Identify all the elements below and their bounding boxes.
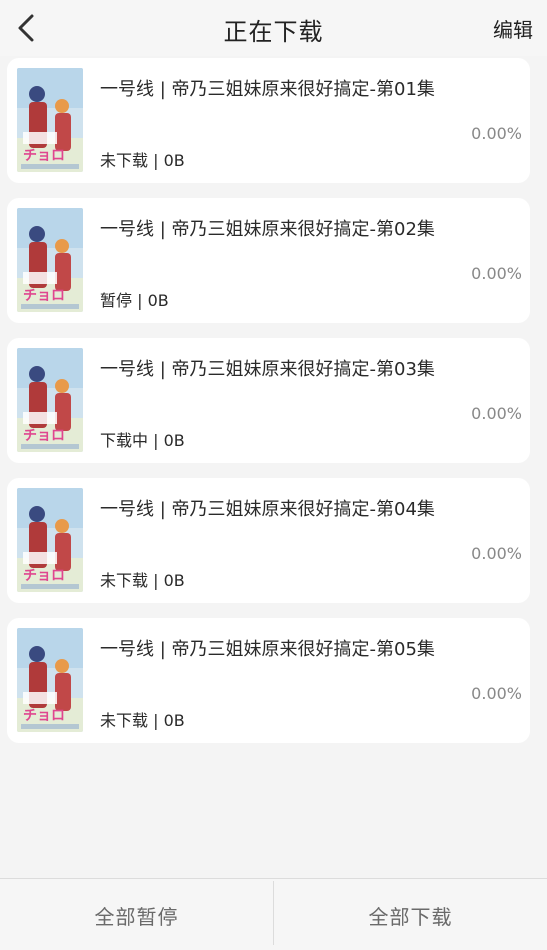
download-list: チョロ 一号线 | 帝乃三姐妹原来很好搞定-第01集 0.00% 未下载 | 0… [7,58,530,758]
episode-thumbnail: チョロ [17,348,83,452]
item-progress: 0.00% [471,124,522,143]
item-status: 下载中 | 0B [100,431,185,450]
item-progress: 0.00% [471,544,522,563]
download-item[interactable]: チョロ 一号线 | 帝乃三姐妹原来很好搞定-第02集 0.00% 暂停 | 0B [7,198,530,323]
download-item[interactable]: チョロ 一号线 | 帝乃三姐妹原来很好搞定-第04集 0.00% 未下载 | 0… [7,478,530,603]
item-progress: 0.00% [471,264,522,283]
item-title: 一号线 | 帝乃三姐妹原来很好搞定-第04集 [100,499,435,520]
item-title: 一号线 | 帝乃三姐妹原来很好搞定-第01集 [100,79,435,100]
edit-button[interactable]: 编辑 [493,14,533,43]
svg-text:チョロ: チョロ [23,148,65,164]
download-page: 正在下载 编辑 チョロ 一号线 | 帝乃三姐妹原来很好搞定-第01集 0.00%… [0,0,547,950]
top-bar: 正在下载 编辑 [0,0,547,56]
item-progress: 0.00% [471,684,522,703]
item-title: 一号线 | 帝乃三姐妹原来很好搞定-第05集 [100,639,435,660]
svg-text:チョロ: チョロ [23,568,65,584]
svg-text:チョロ: チョロ [23,288,65,304]
svg-text:チョロ: チョロ [23,428,65,444]
download-item[interactable]: チョロ 一号线 | 帝乃三姐妹原来很好搞定-第05集 0.00% 未下载 | 0… [7,618,530,743]
item-status: 未下载 | 0B [100,151,185,170]
item-status: 未下载 | 0B [100,711,185,730]
item-status: 暂停 | 0B [100,291,169,310]
episode-thumbnail: チョロ [17,488,83,592]
episode-thumbnail: チョロ [17,628,83,732]
download-item[interactable]: チョロ 一号线 | 帝乃三姐妹原来很好搞定-第01集 0.00% 未下载 | 0… [7,58,530,183]
svg-text:チョロ: チョロ [23,708,65,724]
item-title: 一号线 | 帝乃三姐妹原来很好搞定-第03集 [100,359,435,380]
download-all-button[interactable]: 全部下载 [274,879,547,950]
episode-thumbnail: チョロ [17,68,83,172]
pause-all-button[interactable]: 全部暂停 [0,879,273,950]
bottom-action-bar: 全部暂停 全部下载 [0,878,547,950]
page-title: 正在下载 [223,18,324,46]
item-status: 未下载 | 0B [100,571,185,590]
episode-thumbnail: チョロ [17,208,83,312]
item-title: 一号线 | 帝乃三姐妹原来很好搞定-第02集 [100,219,435,240]
download-item[interactable]: チョロ 一号线 | 帝乃三姐妹原来很好搞定-第03集 0.00% 下载中 | 0… [7,338,530,463]
item-progress: 0.00% [471,404,522,423]
